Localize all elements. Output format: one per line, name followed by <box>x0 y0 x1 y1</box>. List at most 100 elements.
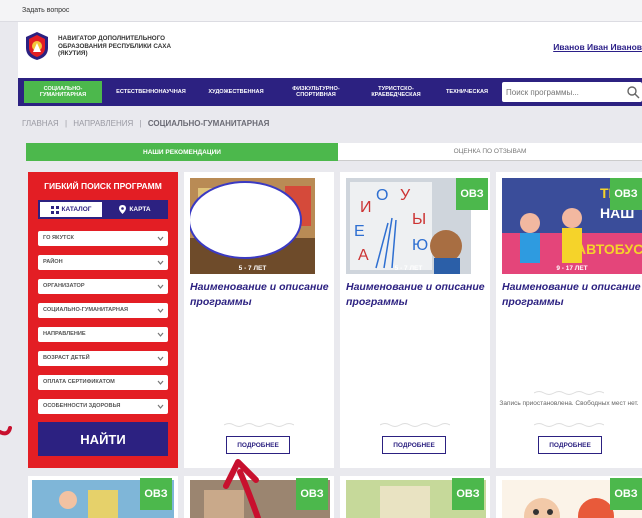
select-value: ОСОБЕННОСТИ ЗДОРОВЬЯ <box>43 403 121 409</box>
classroom-photo <box>190 178 315 274</box>
page: Задать вопрос НАВИГАТОР ДОПОЛНИТЕЛЬНОГО … <box>0 0 642 518</box>
age-badge: 9 - 17 ЛЕТ <box>556 265 588 272</box>
nav-item-sport[interactable]: ФИЗКУЛЬТУРНО- СПОРТИВНАЯ <box>280 78 352 106</box>
age-badge: 5 - 7 ЛЕТ <box>394 265 423 272</box>
svg-text:Ы: Ы <box>412 211 426 228</box>
nav-item-social[interactable]: СОЦИАЛЬНО- ГУМАНИТАРНАЯ <box>24 81 102 103</box>
divider-wave <box>224 423 294 427</box>
breadcrumb-separator: | <box>139 119 142 128</box>
divider-wave <box>534 391 604 395</box>
breadcrumb: ГЛАВНАЯ | НАПРАВЛЕНИЯ | СОЦИАЛЬНО-ГУМАНИ… <box>22 119 269 128</box>
nav-item-tourism[interactable]: ТУРИСТСКО- КРАЕВЕДЧЕСКАЯ <box>360 78 432 106</box>
svg-text:У: У <box>400 187 411 204</box>
divider-wave <box>380 423 450 427</box>
svg-text:И: И <box>360 199 372 216</box>
svg-text:О: О <box>376 187 388 204</box>
map-label: КАРТА <box>129 206 151 213</box>
select-payment[interactable]: ОПЛАТА СЕРТИФИКАТОМ <box>38 375 168 390</box>
tab-recommendations[interactable]: НАШИ РЕКОМЕНДАЦИИ <box>26 143 338 161</box>
search-box <box>502 82 642 102</box>
ovz-badge: ОВЗ <box>456 178 488 210</box>
select-district[interactable]: РАЙОН <box>38 255 168 270</box>
select-age[interactable]: ВОЗРАСТ ДЕТЕЙ <box>38 351 168 366</box>
tab-by-rating[interactable]: ОЦЕНКА ПО ОТЗЫВАМ <box>338 143 642 161</box>
program-image: 5 - 7 ЛЕТ <box>190 178 315 274</box>
program-card[interactable]: ОВЗ <box>340 476 490 518</box>
divider-wave <box>534 423 604 427</box>
program-title[interactable]: Наименование и описание программы <box>502 280 642 310</box>
breadcrumb-current: СОЦИАЛЬНО-ГУМАНИТАРНАЯ <box>147 119 270 128</box>
program-card[interactable]: 5 - 7 ЛЕТ Наименование и описание програ… <box>184 172 334 468</box>
org-name: НАВИГАТОР ДОПОЛНИТЕЛЬНОГО ОБРАЗОВАНИЯ РЕ… <box>58 35 218 58</box>
search-input[interactable] <box>506 84 626 100</box>
age-badge: 5 - 7 ЛЕТ <box>238 265 267 272</box>
ovz-badge: ОВЗ <box>140 478 172 510</box>
nav-item-label: ТУРИСТСКО- КРАЕВЕДЧЕСКАЯ <box>371 85 421 99</box>
map-toggle[interactable]: КАРТА <box>104 202 166 217</box>
program-title[interactable]: Наименование и описание программы <box>346 280 486 310</box>
ask-question-link[interactable]: Задать вопрос <box>22 7 69 14</box>
catalog-toggle[interactable]: КАТАЛОГ <box>40 202 102 217</box>
annotation-arrow <box>0 426 12 436</box>
select-value: СОЦИАЛЬНО-ГУМАНИТАРНАЯ <box>43 307 129 313</box>
breadcrumb-separator: | <box>64 119 68 128</box>
header: НАВИГАТОР ДОПОЛНИТЕЛЬНОГО ОБРАЗОВАНИЯ РЕ… <box>18 22 642 78</box>
enrollment-note: Запись приостановлена. Свободных мест не… <box>499 400 639 407</box>
chevron-down-icon <box>157 260 164 265</box>
program-image: И О У Е Ы А Ю 5 - 7 ЛЕТ <box>346 178 471 274</box>
chevron-down-icon <box>157 236 164 241</box>
chevron-down-icon <box>157 308 164 313</box>
logo[interactable] <box>24 31 50 61</box>
select-value: РАЙОН <box>43 259 63 265</box>
nav-item-label: ХУДОЖЕСТВЕННАЯ <box>208 88 264 95</box>
select-value: НАПРАВЛЕНИЕ <box>43 331 86 337</box>
svg-text:АВТОБУС: АВТОБУС <box>576 241 642 257</box>
chevron-down-icon <box>157 356 164 361</box>
ovz-badge: ОВЗ <box>296 478 328 510</box>
nav-item-label: ТЕХНИЧЕСКАЯ <box>445 88 489 95</box>
svg-text:Ю: Ю <box>412 237 428 254</box>
category-nav: СОЦИАЛЬНО- ГУМАНИТАРНАЯ ЕСТЕСТВЕННОНАУЧН… <box>18 78 642 106</box>
ovz-badge: ОВЗ <box>452 478 484 510</box>
chevron-down-icon <box>157 380 164 385</box>
svg-text:А: А <box>358 247 369 264</box>
alphabet-photo: И О У Е Ы А Ю <box>346 178 471 274</box>
breadcrumb-home[interactable]: ГЛАВНАЯ <box>22 119 59 128</box>
select-city[interactable]: ГО ЯКУТСК <box>38 231 168 246</box>
search-icon[interactable] <box>626 85 640 99</box>
top-strip: Задать вопрос <box>0 0 642 22</box>
filter-panel: ГИБКИЙ ПОИСК ПРОГРАММ КАТАЛОГ КАРТА ГО Я… <box>28 172 178 468</box>
select-value: ГО ЯКУТСК <box>43 235 74 241</box>
nav-item-science[interactable]: ЕСТЕСТВЕННОНАУЧНАЯ <box>106 78 196 106</box>
more-button[interactable]: ПОДРОБНЕЕ <box>226 436 290 454</box>
select-category[interactable]: СОЦИАЛЬНО-ГУМАНИТАРНАЯ <box>38 303 168 318</box>
program-card[interactable]: И О У Е Ы А Ю 5 - 7 ЛЕТ ОВЗ Наименование… <box>340 172 490 468</box>
select-organizer[interactable]: ОРГАНИЗАТОР <box>38 279 168 294</box>
program-card[interactable]: ОВЗ <box>184 476 334 518</box>
nav-item-label: ЕСТЕСТВЕННОНАУЧНАЯ <box>116 88 186 95</box>
nav-item-art[interactable]: ХУДОЖЕСТВЕННАЯ <box>200 78 272 106</box>
nav-item-label: ФИЗКУЛЬТУРНО- СПОРТИВНАЯ <box>292 85 340 99</box>
more-button[interactable]: ПОДРОБНЕЕ <box>382 436 446 454</box>
program-card[interactable]: ОВЗ <box>496 476 642 518</box>
ovz-badge: ОВЗ <box>610 478 642 510</box>
program-card[interactable]: ТВОЕ НАШ АВТОБУС 9 - 17 ЛЕТ ОВЗ Наименов… <box>496 172 642 468</box>
program-card[interactable]: ОВЗ <box>28 476 178 518</box>
select-direction[interactable]: НАПРАВЛЕНИЕ <box>38 327 168 342</box>
map-pin-icon <box>119 205 127 214</box>
ovz-badge: ОВЗ <box>610 178 642 210</box>
program-title[interactable]: Наименование и описание программы <box>190 280 330 310</box>
user-name-link[interactable]: Иванов Иван Иванов <box>553 42 642 52</box>
filter-title: ГИБКИЙ ПОИСК ПРОГРАММ <box>44 181 162 191</box>
nav-item-technical[interactable]: ТЕХНИЧЕСКАЯ <box>436 78 498 106</box>
org-name-line: НАВИГАТОР ДОПОЛНИТЕЛЬНОГО <box>58 35 166 42</box>
select-value: ОРГАНИЗАТОР <box>43 283 85 289</box>
more-button[interactable]: ПОДРОБНЕЕ <box>538 436 602 454</box>
breadcrumb-directions[interactable]: НАПРАВЛЕНИЯ <box>73 119 133 128</box>
tabs: НАШИ РЕКОМЕНДАЦИИ ОЦЕНКА ПО ОТЗЫВАМ <box>26 143 642 161</box>
select-health[interactable]: ОСОБЕННОСТИ ЗДОРОВЬЯ <box>38 399 168 414</box>
org-name-line: (ЯКУТИЯ) <box>58 50 88 58</box>
view-toggle: КАТАЛОГ КАРТА <box>38 200 168 219</box>
find-button[interactable]: НАЙТИ <box>38 422 168 456</box>
nav-item-label: СОЦИАЛЬНО- ГУМАНИТАРНАЯ <box>39 85 87 99</box>
